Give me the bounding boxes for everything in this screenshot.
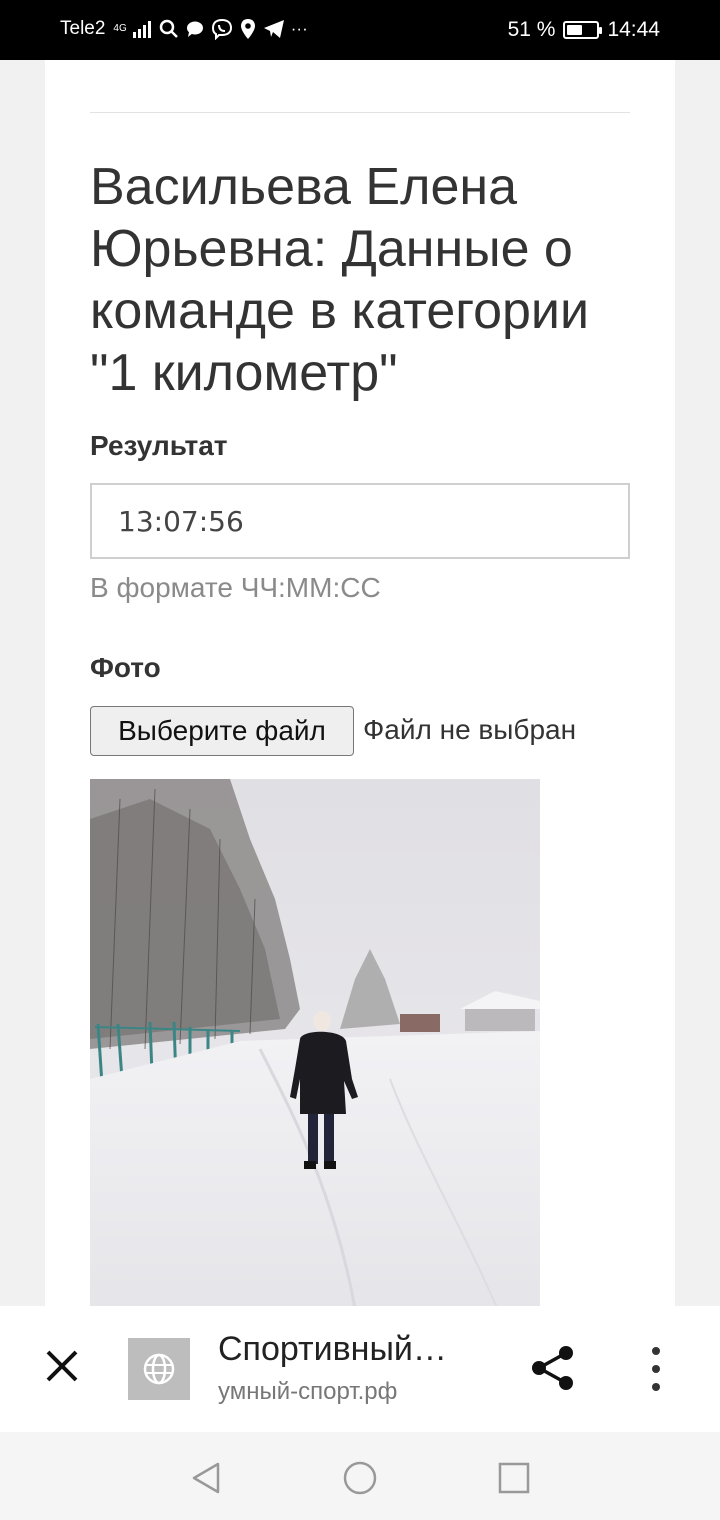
signal-icon bbox=[132, 21, 151, 38]
viber-icon bbox=[211, 18, 232, 40]
telegram-icon bbox=[263, 20, 284, 38]
globe-icon bbox=[143, 1353, 175, 1385]
home-icon[interactable] bbox=[340, 1458, 380, 1498]
result-format-hint: В формате ЧЧ:ММ:СС bbox=[90, 572, 381, 603]
battery-icon bbox=[563, 21, 603, 39]
result-label: Результат bbox=[90, 430, 228, 461]
search-icon bbox=[159, 19, 178, 38]
result-input[interactable] bbox=[90, 483, 630, 559]
clock: 14:44 bbox=[607, 18, 660, 41]
choose-file-button[interactable]: Выберите файл bbox=[90, 706, 354, 756]
system-nav-bar bbox=[0, 1432, 720, 1520]
site-url[interactable]: умный-спорт.рф bbox=[218, 1378, 397, 1406]
file-status: Файл не выбран bbox=[363, 714, 577, 745]
back-icon[interactable] bbox=[186, 1458, 226, 1498]
status-bar: Tele2 4G ··· 51 % 14:44 bbox=[0, 0, 720, 60]
chat-icon bbox=[186, 21, 203, 37]
site-title[interactable]: Спортивный… bbox=[218, 1330, 447, 1369]
battery-percent: 51 % bbox=[507, 18, 556, 41]
divider bbox=[90, 112, 630, 113]
battery-fill bbox=[567, 25, 582, 35]
uploaded-photo bbox=[90, 779, 540, 1306]
more-notifications-icon: ··· bbox=[290, 19, 308, 38]
recents-icon[interactable] bbox=[494, 1458, 534, 1498]
status-right: 51 % 14:44 bbox=[508, 18, 660, 42]
photo-label: Фото bbox=[90, 652, 161, 683]
page-title: Васильева Елена Юрьевна: Данные о команд… bbox=[90, 158, 590, 402]
more-vert-icon[interactable] bbox=[645, 1346, 667, 1392]
share-icon[interactable] bbox=[530, 1344, 576, 1392]
network-type: 4G bbox=[113, 23, 127, 34]
carrier-label: Tele2 bbox=[60, 18, 106, 39]
close-icon[interactable] bbox=[42, 1346, 82, 1386]
web-page: Васильева Елена Юрьевна: Данные о команд… bbox=[45, 60, 675, 1306]
custom-tab-bar: Спортивный… умный-спорт.рф bbox=[0, 1306, 720, 1432]
site-favicon bbox=[128, 1338, 190, 1400]
location-icon bbox=[240, 19, 255, 39]
winter-walk-photo bbox=[90, 779, 540, 1306]
status-left: Tele2 4G ··· bbox=[60, 18, 308, 40]
